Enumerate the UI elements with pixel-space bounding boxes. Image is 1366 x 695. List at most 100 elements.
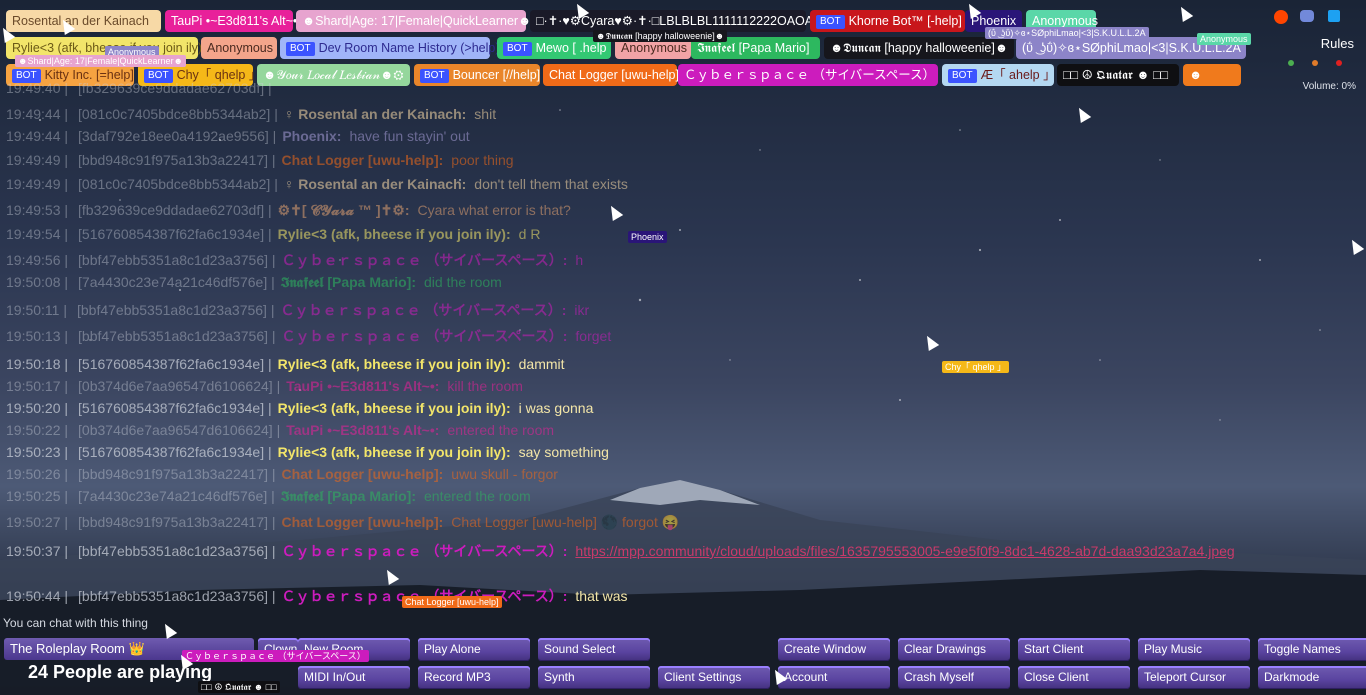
chat-message: 19:50:20 | [516760854387f62fa6c1934e] | Ry… (6, 400, 593, 416)
chat-message: 19:49:44 | [3daf792e18ee0a4192ae9556] | Ph… (6, 128, 470, 144)
chat-message: 19:50:13 | [bbf47ebb5351a8c1d23a3756] | Ｃｙ… (6, 326, 611, 346)
user-chip[interactable]: ☻𝕯𝖚𝖓𝖈𝖆𝖓 [happy halloweenie]☻ (824, 37, 1014, 59)
message-author: Ｃｙｂｅｒｓｐａｃｅ （サイバースペース）: (281, 543, 568, 559)
user-chip[interactable]: BOT Æ「 ahelp 」 (942, 64, 1056, 86)
message-timestamp: 19:50:11 | (6, 302, 67, 318)
user-name: TauPi •~E3d811's Alt~• (171, 14, 298, 28)
user-name: Anonymous (1032, 14, 1099, 28)
message-user-id: [7a4430c23e74a21c46df576e] | (78, 488, 275, 504)
control-button[interactable]: Create Window (778, 638, 890, 661)
user-name: ☻ (1189, 68, 1203, 82)
user-chip[interactable]: □□ ☮ 𝕼𝖚𝖆𝖙𝖆𝖗 ☻ □□ (1057, 64, 1179, 86)
user-chip[interactable]: □·✝·♥⚙Cyara♥⚙·✝·□LBLBLBL1111112222OAOAT (530, 10, 820, 32)
chat-message: 19:50:11 | [bbf47ebb5351a8c1d23a3756] | Ｃｙ… (6, 300, 589, 320)
cursor-name-tag: ☻𝕯𝖚𝖓𝖈𝖆𝖓 [happy halloweenie]☻ (593, 30, 728, 42)
user-chip[interactable]: Ｃｙｂｅｒｓｐａｃｅ （サイバースペース） (678, 64, 938, 86)
message-author: 𝕴𝖓𝖆𝖋𝖊𝖊𝖑 [Papa Mario]: (280, 488, 417, 504)
chat-message: 19:50:18 | [516760854387f62fa6c1934e] | Ry… (6, 356, 565, 372)
message-author: Ｃｙｂｅｒｓｐａｃｅ （サイバースペース）: (281, 328, 568, 344)
message-timestamp: 19:50:26 | (6, 466, 69, 482)
control-button[interactable]: Start Client (1018, 638, 1130, 661)
message-timestamp: 19:49:44 | (6, 106, 69, 122)
volume-display[interactable]: Volume: 0% (1303, 81, 1356, 92)
message-author: Rylie<3 (afk, bheese if you join ily): (277, 444, 511, 460)
message-user-id: [bbd948c91f975a13b3a22417] | (78, 466, 276, 482)
message-timestamp: 19:50:37 | (6, 543, 69, 559)
twitter-icon[interactable] (1328, 10, 1340, 22)
message-user-id: [0b374d6e7aa96547d6106624] | (78, 378, 281, 394)
control-button[interactable]: MIDI In/Out (298, 666, 410, 689)
control-button[interactable]: Play Music (1138, 638, 1250, 661)
user-chip[interactable]: Anonymous (201, 37, 277, 59)
message-text: poor thing (451, 152, 514, 168)
control-button[interactable]: Toggle Names (1258, 638, 1366, 661)
discord-icon[interactable] (1300, 10, 1314, 22)
cursor-name-tag: Chy「 qhelp 」 (942, 361, 1010, 373)
user-chip[interactable]: TauPi •~E3d811's Alt~• (165, 10, 297, 32)
message-author: ♀ Rosental an der Kainach: (283, 176, 467, 192)
message-timestamp: 19:50:44 | (6, 588, 69, 604)
chat-hint[interactable]: You can chat with this thing (3, 616, 148, 630)
user-name: ☻Shard|Age: 17|Female|QuickLearner☻ (302, 14, 532, 28)
user-name: Rosental an der Kainach (12, 14, 149, 28)
message-user-id: [516760854387f62fa6c1934e] | (78, 356, 272, 372)
cursor-name-tag: ☻Shard|Age: 17|Female|QuickLearner☻ (15, 55, 187, 67)
user-chip[interactable]: BOT Khorne Bot™ [-help] (810, 10, 965, 32)
control-button[interactable]: Clear Drawings (898, 638, 1010, 661)
control-button[interactable]: Teleport Cursor (1138, 666, 1250, 689)
user-chip[interactable]: BOT Bouncer [//help] (414, 64, 540, 86)
pointer-cursor-icon (1346, 236, 1365, 255)
chat-message: 19:50:25 | [7a4430c23e74a21c46df576e] | 𝕴𝖓… (6, 488, 531, 505)
green-dot (1288, 60, 1294, 66)
user-name: Khorne Bot™ [-help] (848, 14, 962, 28)
control-button[interactable]: Play Alone (418, 638, 530, 661)
message-timestamp: 19:49:49 | (6, 152, 69, 168)
bot-badge: BOT (420, 69, 449, 83)
pointer-cursor-icon (1073, 104, 1092, 123)
cursor-name-tag: □□ ☮ 𝕼𝖚𝖆𝖙𝖆𝖗 ☻ □□ (198, 681, 280, 693)
message-author: Chat Logger [uwu-help]: (281, 466, 444, 482)
control-button[interactable]: Crash Myself (898, 666, 1010, 689)
cursor-name-tag: Phoenix (628, 231, 667, 243)
bot-badge: BOT (816, 15, 845, 29)
control-button[interactable]: Record MP3 (418, 666, 530, 689)
message-user-id: [bbf47ebb5351a8c1d23a3756] | (78, 328, 276, 344)
message-author: ♀ Rosental an der Kainach: (283, 106, 467, 122)
message-timestamp: 19:50:18 | (6, 356, 69, 372)
user-name: Mewo [ .help (535, 41, 607, 55)
control-button[interactable]: Account (778, 666, 890, 689)
chat-message: 19:50:26 | [bbd948c91f975a13b3a22417] | Ch… (6, 466, 558, 482)
message-text: entered the room (447, 422, 555, 438)
control-button[interactable]: Darkmode (1258, 666, 1366, 689)
cursor-name-tag: Chat Logger [uwu-help] (402, 596, 502, 608)
user-chip[interactable]: BOT Dev Room Name History (>help) (280, 37, 500, 59)
chat-message: 19:50:23 | [516760854387f62fa6c1934e] | Ry… (6, 444, 609, 460)
control-button[interactable]: Close Client (1018, 666, 1130, 689)
user-chip[interactable]: ☻ (1183, 64, 1241, 86)
pointer-cursor-icon (921, 332, 940, 351)
reddit-icon[interactable] (1274, 10, 1288, 24)
message-text: have fun stayin' out (349, 128, 470, 144)
message-user-id: [081c0c7405bdce8bb5344ab2] | (78, 106, 278, 122)
message-user-id: [bbf47ebb5351a8c1d23a3756] | (78, 543, 276, 559)
chat-message: 19:49:49 | [081c0c7405bdce8bb5344ab2] | ♀ … (6, 176, 628, 192)
user-chip[interactable]: Chat Logger [uwu-help] (543, 64, 679, 86)
rules-link[interactable]: Rules (1321, 36, 1354, 51)
message-timestamp: 19:49:44 | (6, 128, 69, 144)
message-text: Chat Logger [uwu-help] 🌑 forgot 😝 (451, 514, 680, 530)
message-timestamp: 19:49:40 | (6, 80, 69, 96)
message-user-id: [081c0c7405bdce8bb5344ab2] | (78, 176, 278, 192)
message-user-id: [bbd948c91f975a13b3a22417] | (78, 152, 276, 168)
message-text: h (575, 252, 584, 268)
control-button[interactable]: Client Settings (658, 666, 770, 689)
user-chip[interactable]: ☻Shard|Age: 17|Female|QuickLearner☻ (296, 10, 531, 32)
control-button[interactable]: Synth (538, 666, 650, 689)
message-timestamp: 19:49:53 | (6, 202, 69, 218)
control-button[interactable]: Sound Select (538, 638, 650, 661)
message-author: TauPi •~E3d811's Alt~•: (286, 422, 440, 438)
user-name: Dev Room Name History (>help) (318, 41, 500, 55)
user-chip[interactable]: Rosental an der Kainach (6, 10, 161, 32)
message-link[interactable]: https://mpp.community/cloud/uploads/file… (575, 543, 1234, 559)
message-text: say something (518, 444, 609, 460)
message-timestamp: 19:50:20 | (6, 400, 69, 416)
